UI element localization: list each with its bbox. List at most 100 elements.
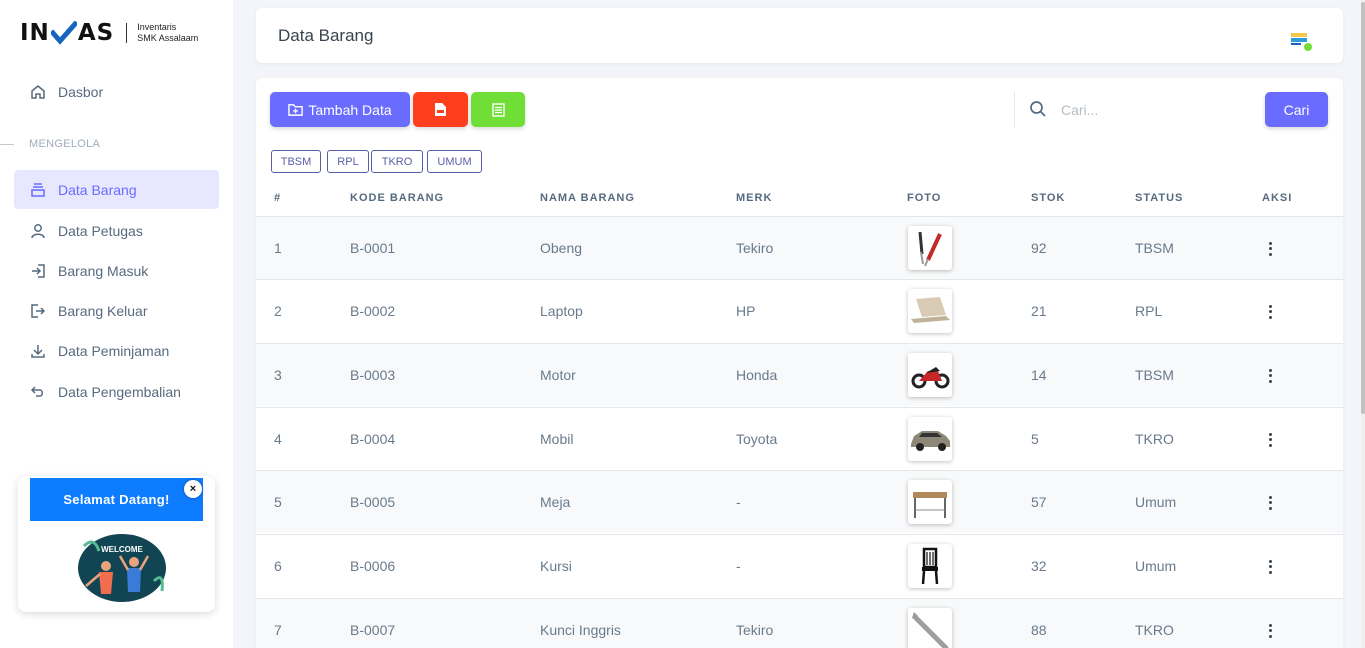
brand[interactable]: IN AS Inventaris SMK Assalaam <box>20 20 198 46</box>
pdf-file-icon <box>435 103 446 116</box>
cell-kode-barang: B-0001 <box>350 240 396 256</box>
cell-status: TBSM <box>1135 240 1174 256</box>
cell-number: 5 <box>274 494 282 510</box>
brand-separator <box>126 23 128 43</box>
sidebar-item-data-peminjaman[interactable]: Data Peminjaman <box>14 331 219 370</box>
export-excel-button[interactable] <box>471 92 525 127</box>
filter-tbsm-button[interactable]: TBSM <box>271 150 321 173</box>
row-actions-menu-icon[interactable] <box>1267 623 1273 639</box>
welcome-title: Selamat Datang! <box>30 478 203 521</box>
close-icon[interactable]: × <box>184 480 202 498</box>
cell-kode-barang: B-0002 <box>350 303 396 319</box>
cell-kode-barang: B-0006 <box>350 558 396 574</box>
svg-text:WELCOME: WELCOME <box>101 545 143 554</box>
spreadsheet-icon <box>491 102 505 117</box>
car-icon <box>911 431 950 451</box>
brand-logo: IN AS <box>20 20 114 46</box>
row-actions-menu-icon[interactable] <box>1267 559 1273 575</box>
sidebar-item-data-petugas[interactable]: Data Petugas <box>14 211 219 250</box>
photo-thumbnail[interactable] <box>908 226 952 270</box>
add-data-label: Tambah Data <box>308 101 392 118</box>
cell-kode-barang: B-0003 <box>350 367 396 383</box>
cell-merk: Tekiro <box>736 240 774 256</box>
photo-thumbnail[interactable] <box>908 480 952 524</box>
home-icon <box>30 84 46 100</box>
search-button[interactable]: Cari <box>1265 92 1328 127</box>
cell-number: 2 <box>274 303 282 319</box>
cell-stok: 21 <box>1031 303 1047 319</box>
cell-status: TKRO <box>1135 622 1174 638</box>
motorcycle-icon <box>911 367 950 389</box>
column-header-number: # <box>274 192 282 204</box>
cell-merk: - <box>736 494 741 510</box>
cell-status: TBSM <box>1135 367 1174 383</box>
column-header-aksi: AKSI <box>1262 192 1293 204</box>
cell-nama-barang: Obeng <box>540 240 583 256</box>
brand-subtitle-line-1: Inventaris <box>137 22 177 32</box>
add-data-button[interactable]: Tambah Data <box>270 92 410 127</box>
column-header-status: STATUS <box>1135 192 1184 204</box>
sidebar-item-data-pengembalian[interactable]: Data Pengembalian <box>14 372 219 411</box>
brand-subtitle-line-2: SMK Assalaam <box>137 33 199 43</box>
chair-icon <box>921 547 939 585</box>
row-actions-menu-icon[interactable] <box>1267 495 1273 511</box>
cell-nama-barang: Motor <box>540 367 576 383</box>
cell-nama-barang: Mobil <box>540 431 574 447</box>
table-row: 7 B-0007 Kunci Inggris Tekiro 88 TKRO <box>256 598 1343 648</box>
cell-number: 4 <box>274 431 282 447</box>
column-header-foto: FOTO <box>907 192 942 204</box>
user-icon <box>30 223 46 239</box>
undo-icon <box>30 384 46 400</box>
section-header: MENGELOLA <box>29 138 101 150</box>
search-icon <box>1030 101 1046 117</box>
cell-number: 6 <box>274 558 282 574</box>
row-actions-menu-icon[interactable] <box>1267 241 1273 257</box>
cell-kode-barang: B-0004 <box>350 431 396 447</box>
cell-nama-barang: Kursi <box>540 558 572 574</box>
cell-merk: Honda <box>736 367 778 383</box>
photo-thumbnail[interactable] <box>908 608 952 648</box>
wrench-icon <box>912 612 949 648</box>
sidebar-item-label: Data Peminjaman <box>58 342 170 359</box>
laptop-icon <box>911 297 950 323</box>
screwdriver-icon <box>918 231 942 267</box>
download-icon <box>30 343 46 359</box>
photo-thumbnail[interactable] <box>908 289 952 333</box>
filter-rpl-button[interactable]: RPL <box>327 150 369 173</box>
sidebar-item-data-barang[interactable]: Data Barang <box>14 170 219 209</box>
photo-thumbnail[interactable] <box>908 544 952 588</box>
data-table-card: Tambah Data Cari TBSM RPL TKRO UMUM # KO… <box>256 78 1343 648</box>
photo-thumbnail[interactable] <box>908 417 952 461</box>
log-in-icon <box>30 263 46 279</box>
sidebar-item-barang-masuk[interactable]: Barang Masuk <box>14 251 219 290</box>
section-divider <box>0 144 14 145</box>
filter-tkro-button[interactable]: TKRO <box>371 150 423 173</box>
cell-stok: 14 <box>1031 367 1047 383</box>
search-divider <box>1014 92 1015 128</box>
header-bar: Data Barang <box>256 8 1343 63</box>
cell-status: Umum <box>1135 494 1177 510</box>
sidebar-item-label: Data Petugas <box>58 222 143 239</box>
row-actions-menu-icon[interactable] <box>1267 432 1273 448</box>
sidebar-item-barang-keluar[interactable]: Barang Keluar <box>14 291 219 330</box>
sidebar-item-dasbor[interactable]: Dasbor <box>14 72 219 111</box>
cell-stok: 57 <box>1031 494 1047 510</box>
filter-umum-button[interactable]: UMUM <box>427 150 482 173</box>
sidebar-item-label: Barang Keluar <box>58 302 148 319</box>
cell-merk: - <box>736 558 741 574</box>
column-header-stok: STOK <box>1031 192 1066 204</box>
photo-thumbnail[interactable] <box>908 353 952 397</box>
cell-kode-barang: B-0007 <box>350 622 396 638</box>
table-furniture-icon <box>913 492 947 518</box>
sidebar-item-label: Data Pengembalian <box>58 383 181 400</box>
cell-nama-barang: Kunci Inggris <box>540 622 621 638</box>
row-actions-menu-icon[interactable] <box>1267 304 1273 320</box>
table-row: 5 B-0005 Meja - 57 Umum <box>256 470 1343 533</box>
cell-merk: Toyota <box>736 431 778 447</box>
row-actions-menu-icon[interactable] <box>1267 368 1273 384</box>
page-scrollbar-thumb[interactable] <box>1361 2 1365 414</box>
cell-number: 7 <box>274 622 282 638</box>
cell-nama-barang: Meja <box>540 494 571 510</box>
search-input[interactable] <box>1061 98 1251 122</box>
export-pdf-button[interactable] <box>413 92 468 127</box>
